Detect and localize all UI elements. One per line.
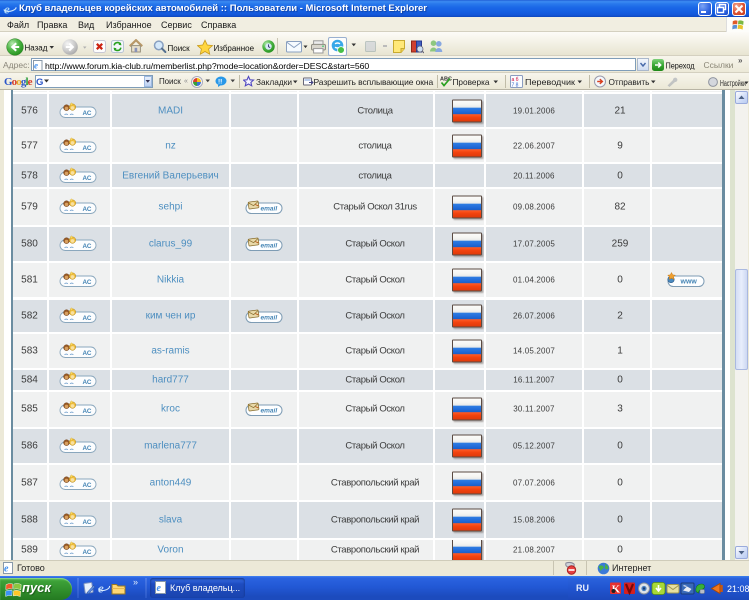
svg-text:АС: АС <box>82 445 91 452</box>
svg-text:e: e <box>157 583 162 594</box>
svg-text:АС: АС <box>82 175 91 182</box>
svg-text:АС: АС <box>82 206 91 213</box>
svg-text:Поиск: Поиск <box>168 44 191 53</box>
svg-text:e: e <box>98 581 104 596</box>
svg-text:email: email <box>261 242 278 249</box>
svg-text:Переход: Переход <box>666 60 695 70</box>
svg-text:Отправить: Отправить <box>608 77 650 87</box>
svg-text:АС: АС <box>82 379 91 386</box>
svg-text:email: email <box>261 314 278 321</box>
svg-text:АС: АС <box>82 549 91 556</box>
svg-text:e: e <box>4 564 9 575</box>
svg-text:email: email <box>261 408 278 415</box>
svg-text:АС: АС <box>82 243 91 250</box>
svg-text:e: e <box>34 60 38 70</box>
svg-text:АС: АС <box>82 279 91 286</box>
svg-text:АС: АС <box>82 145 91 152</box>
svg-text:Проверка: Проверка <box>453 77 490 87</box>
svg-text:АС: АС <box>82 350 91 357</box>
svg-text:Переводчик: Переводчик <box>525 77 575 87</box>
svg-text:www: www <box>680 279 698 286</box>
svg-text:7 8: 7 8 <box>512 82 519 88</box>
svg-text:email: email <box>261 205 278 212</box>
svg-text:!!: !! <box>218 79 222 86</box>
svg-text:Закладки: Закладки <box>256 77 292 87</box>
svg-text:Настройки: Настройки <box>720 79 746 88</box>
svg-text:АС: АС <box>82 519 91 526</box>
svg-text:АС: АС <box>82 315 91 322</box>
svg-text:АС: АС <box>82 482 91 489</box>
svg-text:Избранное: Избранное <box>214 43 255 52</box>
svg-text:e: e <box>4 2 10 16</box>
svg-text:Назад: Назад <box>25 44 48 53</box>
svg-text:АС: АС <box>82 408 91 415</box>
svg-text:АС: АС <box>82 110 91 117</box>
